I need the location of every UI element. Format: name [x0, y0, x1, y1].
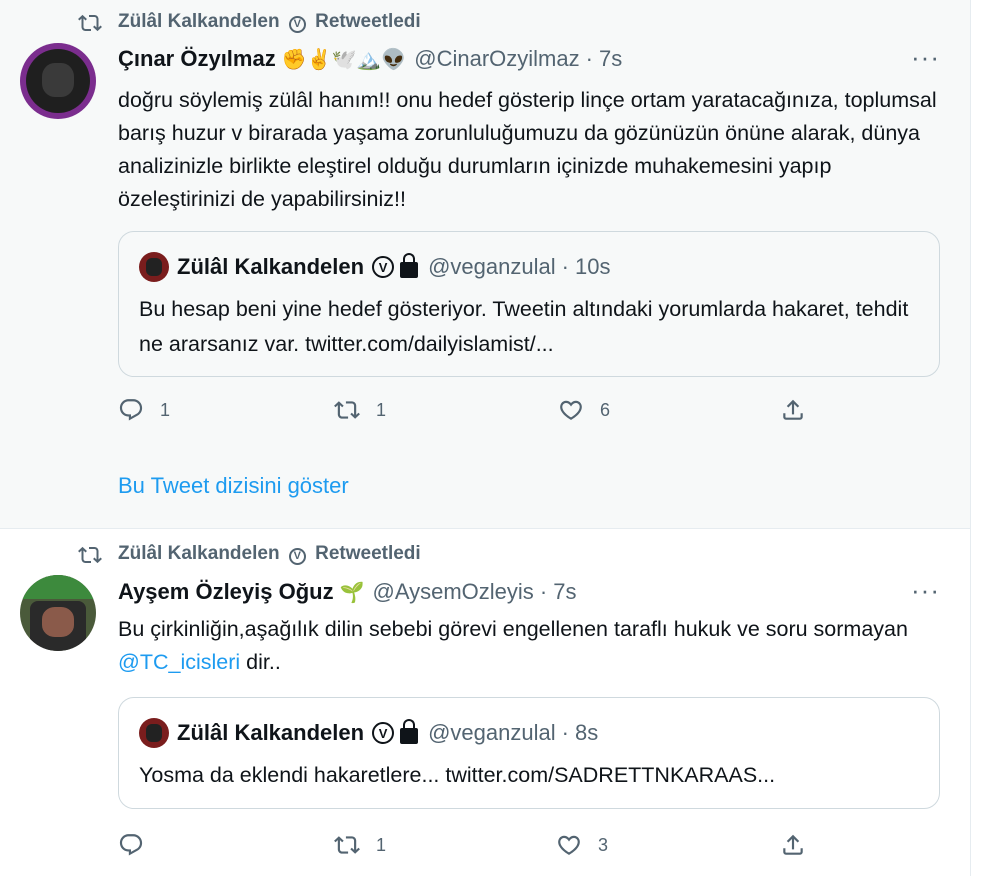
retweet-label: Retweetledi: [315, 11, 421, 32]
like-count: 6: [600, 399, 611, 420]
retweet-button[interactable]: 1: [334, 397, 386, 423]
like-button[interactable]: 6: [558, 397, 610, 423]
lock-icon: [400, 253, 419, 278]
tweet-text: Bu çirkinliğin,aşağılık dilin sebebi gör…: [118, 613, 948, 679]
retweeter-name[interactable]: Zülâl Kalkandelen: [118, 543, 280, 564]
like-icon: [560, 400, 582, 420]
avatar[interactable]: [20, 43, 96, 119]
verified-icon: V: [288, 15, 306, 33]
quote-tweet[interactable]: Zülâl Kalkandelen V @veganzulal · 8s Yos…: [118, 697, 940, 809]
tweet-actions: 1 3: [118, 832, 818, 862]
quote-text: Yosma da eklendi hakaretlere... twitter.…: [139, 763, 776, 787]
lock-icon: [400, 719, 419, 744]
verified-icon: V: [372, 722, 395, 744]
retweet-icon: [334, 836, 360, 854]
tweet-time[interactable]: · 7s: [540, 579, 577, 605]
quote-author-name: Zülâl Kalkandelen: [177, 254, 365, 279]
show-thread-link[interactable]: Bu Tweet dizisini göster: [118, 473, 349, 499]
quote-author-handle: @veganzulal: [428, 254, 556, 279]
quote-time: · 10s: [561, 254, 611, 279]
author-handle[interactable]: @CinarOzyilmaz: [414, 46, 579, 72]
retweet-count: 1: [376, 834, 387, 855]
share-icon: [783, 834, 803, 855]
quote-tweet[interactable]: Zülâl Kalkandelen V @veganzulal · 10s Bu…: [118, 231, 940, 377]
retweet-icon: [78, 14, 102, 32]
tweet-card[interactable]: Zülâl Kalkandelen V Retweetledi Çınar Öz…: [0, 0, 970, 528]
retweet-icon: [78, 546, 102, 564]
like-count: 3: [598, 834, 609, 855]
quote-header: Zülâl Kalkandelen V @veganzulal · 8s: [139, 718, 598, 748]
share-icon: [783, 399, 803, 420]
author-name[interactable]: Çınar Özyılmaz: [118, 46, 276, 72]
avatar[interactable]: [20, 575, 96, 651]
avatar: [139, 252, 169, 282]
reply-button[interactable]: 1: [118, 397, 170, 423]
quote-author-handle: @veganzulal: [428, 720, 556, 745]
avatar: [139, 718, 169, 748]
share-button[interactable]: [780, 832, 806, 858]
retweet-button[interactable]: 1: [334, 832, 386, 858]
quote-author-name: Zülâl Kalkandelen: [177, 720, 365, 745]
reply-icon: [119, 834, 143, 856]
verified-icon: V: [288, 547, 306, 565]
author-emoji: 🌱: [339, 581, 365, 604]
reply-icon: [119, 399, 143, 421]
author-emoji: ✊✌️🕊️🏔️👽: [281, 48, 407, 71]
quote-text: Bu hesap beni yine hedef gösteriyor. Twe…: [139, 297, 909, 356]
verified-icon: V: [372, 256, 395, 278]
tweet-header: Ayşem Özleyiş Oğuz 🌱 @AysemOzleyis · 7s: [118, 579, 577, 605]
mention-link[interactable]: @TC_icisleri: [118, 650, 240, 674]
reply-count: 1: [160, 399, 171, 420]
retweet-icon: [334, 401, 360, 419]
reply-button[interactable]: [118, 832, 160, 858]
tweet-header: Çınar Özyılmaz ✊✌️🕊️🏔️👽 @CinarOzyilmaz ·…: [118, 46, 622, 72]
tweet-card[interactable]: Zülâl Kalkandelen V Retweetledi Ayşem Öz…: [0, 528, 970, 877]
author-name[interactable]: Ayşem Özleyiş Oğuz: [118, 579, 334, 605]
quote-time: · 8s: [561, 720, 599, 745]
quote-header: Zülâl Kalkandelen V @veganzulal · 10s: [139, 252, 611, 282]
like-icon: [558, 835, 580, 855]
timeline-feed: Zülâl Kalkandelen V Retweetledi Çınar Öz…: [0, 0, 970, 877]
more-icon[interactable]: ···: [911, 42, 940, 73]
right-edge: [970, 0, 1000, 876]
retweet-label: Retweetledi: [315, 543, 421, 564]
share-button[interactable]: [780, 397, 806, 423]
retweeter-name[interactable]: Zülâl Kalkandelen: [118, 11, 280, 32]
author-handle[interactable]: @AysemOzleyis: [373, 579, 534, 605]
tweet-text-part: dir..: [240, 650, 281, 674]
tweet-text: doğru söylemiş zülâl hanım!! onu hedef g…: [118, 88, 937, 211]
retweet-count: 1: [376, 399, 387, 420]
tweet-actions: 1 1 6: [118, 397, 818, 427]
more-icon[interactable]: ···: [911, 575, 940, 606]
like-button[interactable]: 3: [556, 832, 608, 858]
tweet-text-part: Bu çirkinliğin,aşağılık dilin sebebi gör…: [118, 617, 908, 641]
tweet-time[interactable]: · 7s: [586, 46, 623, 72]
